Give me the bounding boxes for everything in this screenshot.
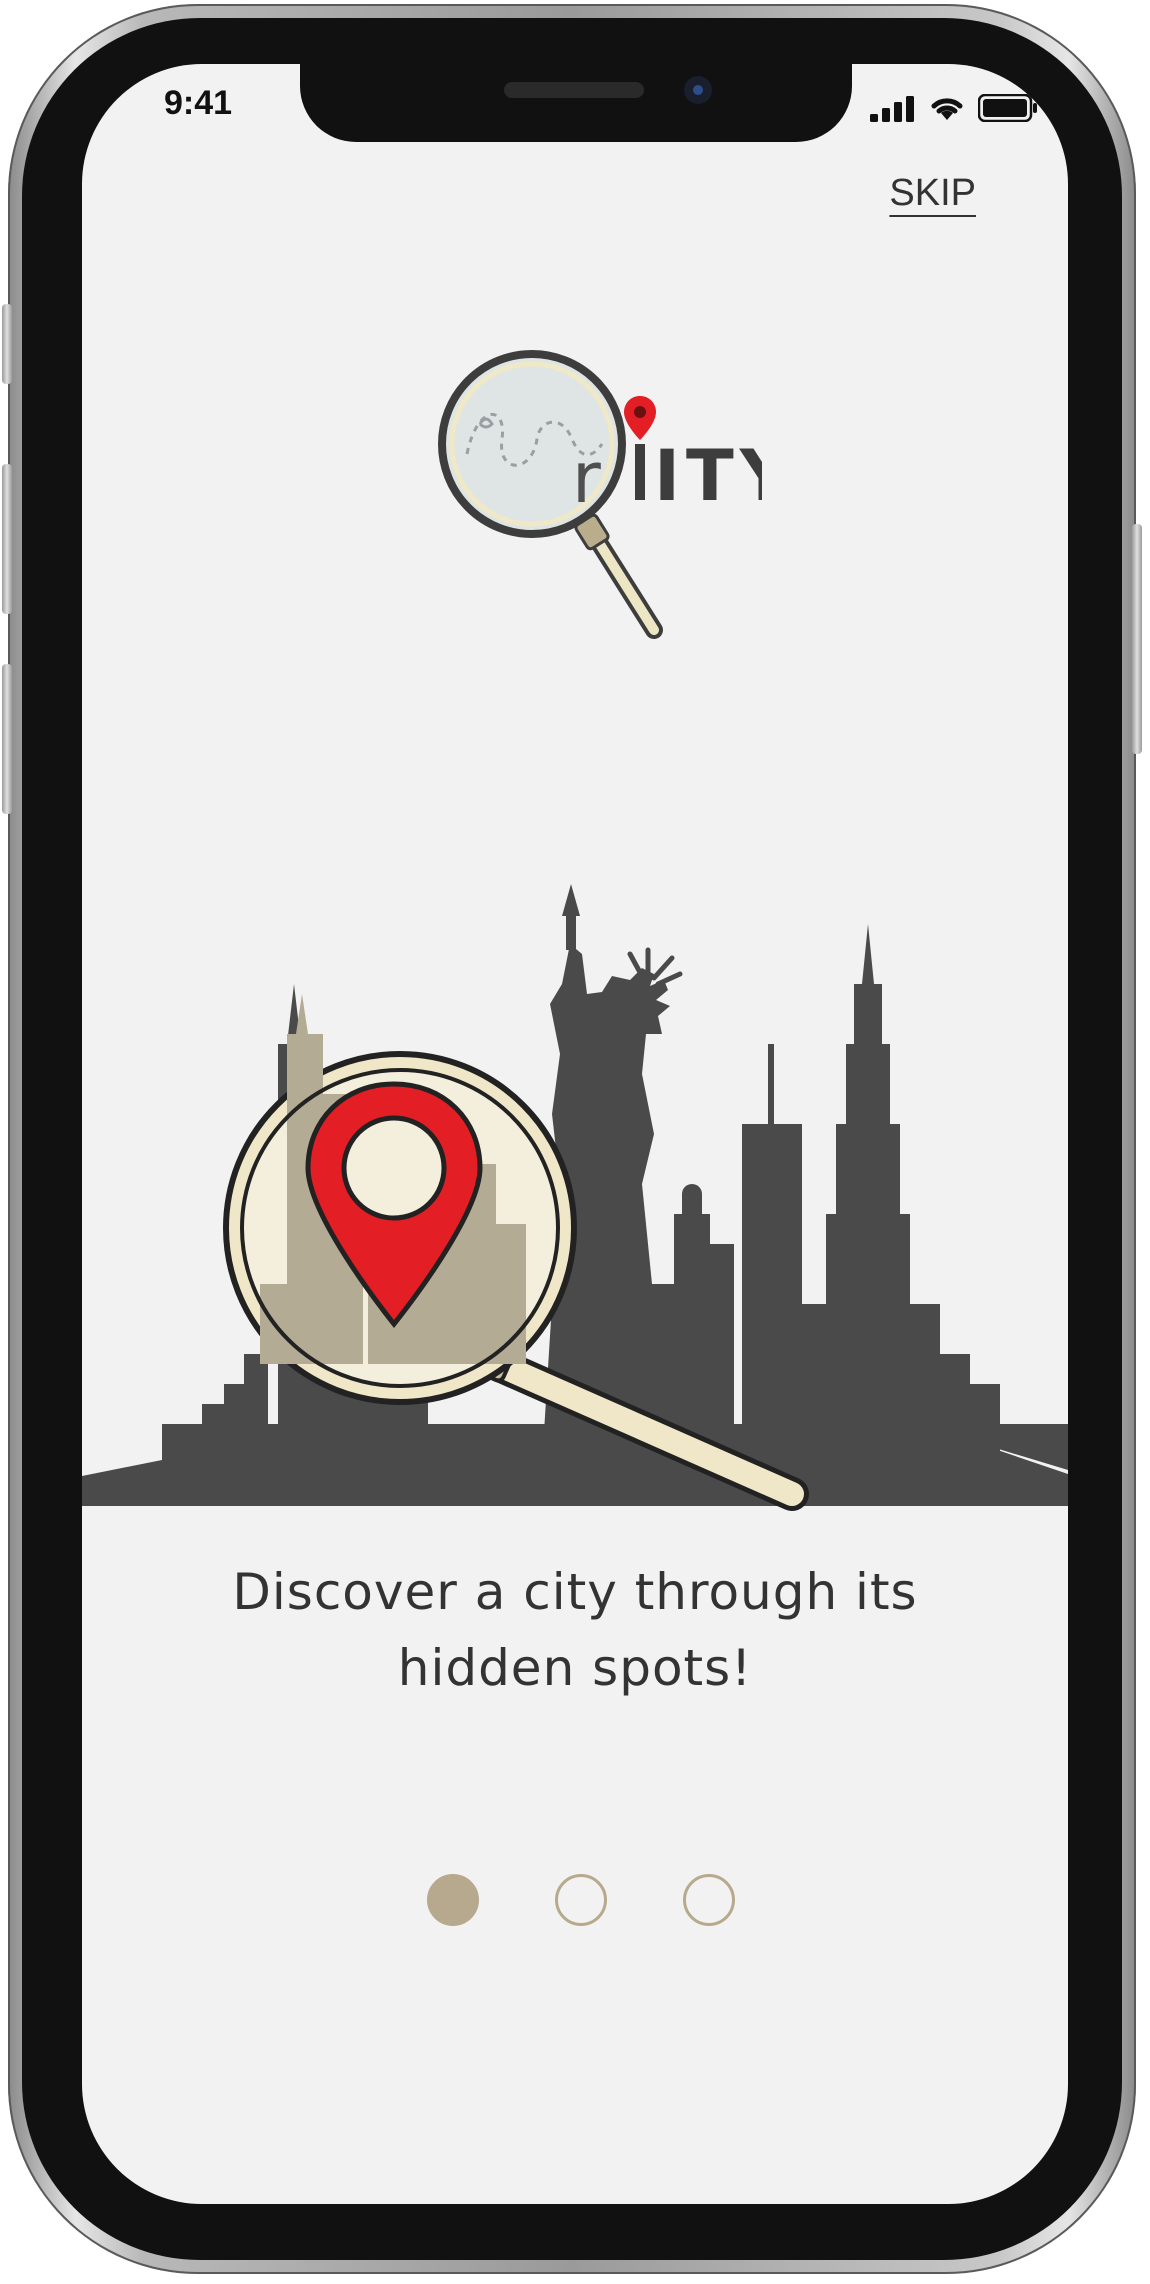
logo-pin-icon xyxy=(624,396,656,440)
volume-down-button xyxy=(2,664,12,814)
tagline-line-1: Discover a city through its xyxy=(232,1563,918,1621)
logo-text: ITY xyxy=(654,435,762,517)
wifi-icon xyxy=(931,98,963,120)
cellular-signal-icon xyxy=(870,96,914,122)
battery-icon xyxy=(978,94,1037,122)
status-time: 9:41 xyxy=(164,84,233,122)
page-dot-3[interactable] xyxy=(683,1874,735,1926)
svg-text:r: r xyxy=(572,437,601,519)
volume-up-button xyxy=(2,464,12,614)
onboarding-tagline: Discover a city through its hidden spots… xyxy=(82,1554,1068,1706)
front-camera xyxy=(684,76,712,104)
speaker-grille xyxy=(504,82,644,98)
page-indicator xyxy=(82,1874,1068,1926)
logo-wordmark xyxy=(635,444,645,500)
logo-magnifier-icon: r xyxy=(438,350,663,639)
notch xyxy=(300,64,852,142)
power-button xyxy=(1132,524,1142,754)
skip-button[interactable]: SKIP xyxy=(889,172,976,215)
screen: 9:41 SKIP r IT Discover a city through i… xyxy=(82,64,1068,2204)
page-dot-2[interactable] xyxy=(555,1874,607,1926)
tagline-line-2: hidden spots! xyxy=(397,1639,753,1697)
mute-switch xyxy=(2,304,12,384)
page-dot-1[interactable] xyxy=(427,1874,479,1926)
status-icons xyxy=(870,94,1038,122)
app-logo: r ITY xyxy=(438,350,762,639)
city-skyline-illustration xyxy=(82,884,1068,1511)
